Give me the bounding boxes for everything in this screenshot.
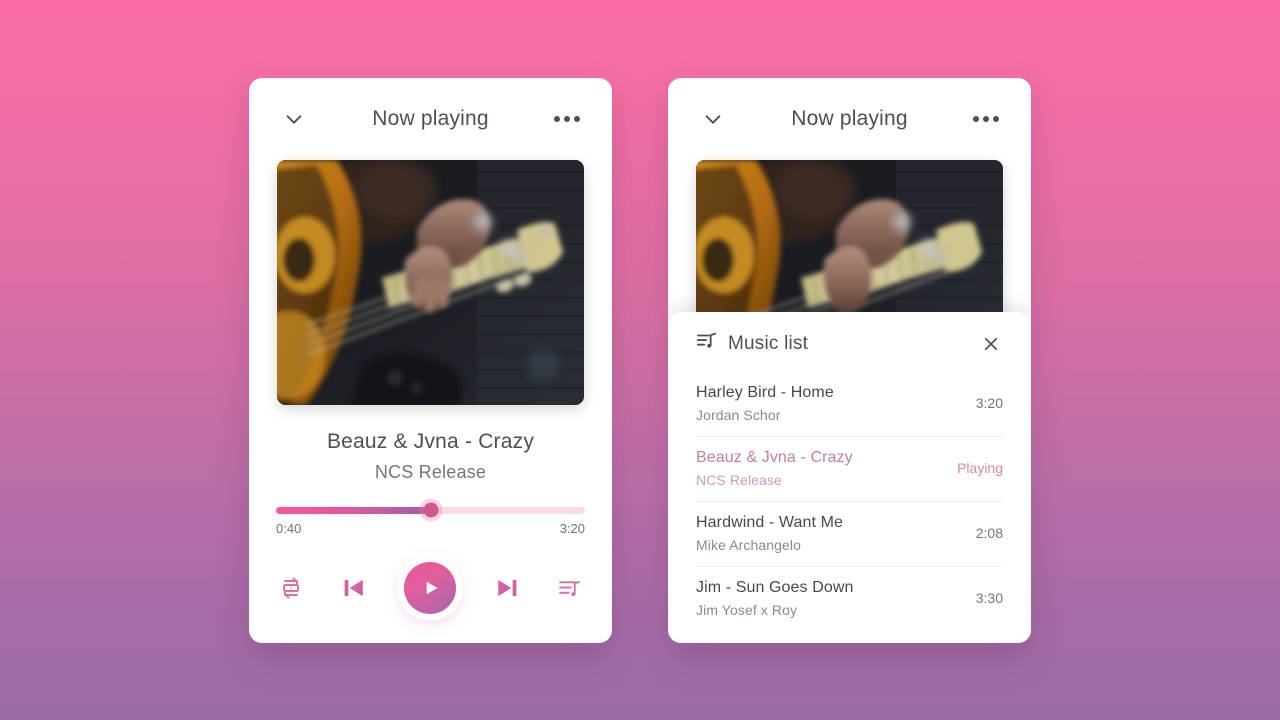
list-item[interactable]: Hardwind - Want Me Mike Archangelo 2:08	[696, 502, 1003, 567]
progress-bar[interactable]	[276, 502, 585, 518]
song-name: Beauz & Jvna - Crazy	[696, 448, 853, 466]
album-art-container	[249, 159, 612, 405]
song-artist: Jim Yosef x Roy	[696, 601, 798, 618]
song-meta: 3:20	[975, 395, 1003, 411]
music-list: Harley Bird - Home Jordan Schor 3:20 Bea…	[696, 372, 1003, 631]
list-item[interactable]: Jim - Sun Goes Down Jim Yosef x Roy 3:30	[696, 567, 1003, 631]
progress-block: 0:40 3:20	[249, 502, 612, 536]
playback-controls: 1	[249, 548, 612, 627]
track-info: Beauz & Jvna - Crazy NCS Release	[249, 430, 612, 483]
music-list-title: Music list	[728, 332, 809, 354]
progress-times: 0:40 3:20	[276, 521, 585, 536]
song-name: Jim - Sun Goes Down	[696, 578, 854, 596]
song-text: Jim - Sun Goes Down Jim Yosef x Roy	[696, 579, 854, 618]
track-artist: NCS Release	[374, 461, 487, 482]
svg-text:1: 1	[289, 585, 293, 592]
progress-thumb[interactable]	[423, 502, 438, 518]
album-art	[277, 159, 584, 405]
song-meta: Playing	[957, 460, 1003, 476]
skip-previous-icon[interactable]	[339, 573, 369, 603]
music-list-panel: Music list Harley Bird - Home Jordan Sch…	[668, 311, 1031, 643]
music-list-header: Music list	[696, 316, 1003, 372]
music-list-card: Now playing Music list Harley Bird - Hom…	[668, 77, 1031, 643]
song-artist: Mike Archangelo	[696, 536, 802, 553]
queue-music-icon	[696, 330, 718, 357]
play-button[interactable]	[391, 548, 469, 627]
song-name: Hardwind - Want Me	[696, 513, 844, 531]
playlist-icon[interactable]	[557, 575, 582, 600]
chevron-down-icon[interactable]	[279, 104, 309, 134]
track-title: Beauz & Jvna - Crazy	[326, 429, 535, 453]
song-text: Harley Bird - Home Jordan Schor	[696, 384, 834, 423]
more-options-icon[interactable]	[552, 104, 582, 134]
song-meta: 3:30	[975, 590, 1003, 606]
player-header-2: Now playing	[668, 78, 1031, 160]
song-text: Hardwind - Want Me Mike Archangelo	[696, 514, 843, 553]
player-card: Now playing Beauz & Jvna - Crazy NCS Rel…	[249, 77, 612, 643]
song-text: Beauz & Jvna - Crazy NCS Release	[696, 449, 853, 488]
close-icon[interactable]	[979, 332, 1003, 356]
list-item[interactable]: Beauz & Jvna - Crazy NCS Release Playing	[696, 437, 1003, 502]
more-options-icon[interactable]	[971, 104, 1001, 134]
song-meta: 2:08	[975, 525, 1003, 541]
page-title: Now playing	[372, 106, 489, 130]
chevron-down-icon[interactable]	[698, 104, 728, 134]
progress-fill	[276, 506, 431, 514]
song-artist: NCS Release	[696, 471, 782, 488]
total-time: 3:20	[559, 520, 585, 536]
page-title: Now playing	[791, 106, 908, 130]
skip-next-icon[interactable]	[492, 573, 522, 603]
repeat-one-icon[interactable]: 1	[279, 576, 303, 600]
elapsed-time: 0:40	[276, 520, 302, 536]
list-item[interactable]: Harley Bird - Home Jordan Schor 3:20	[696, 372, 1003, 437]
player-header: Now playing	[249, 78, 612, 160]
song-name: Harley Bird - Home	[696, 383, 834, 401]
song-artist: Jordan Schor	[696, 406, 781, 423]
